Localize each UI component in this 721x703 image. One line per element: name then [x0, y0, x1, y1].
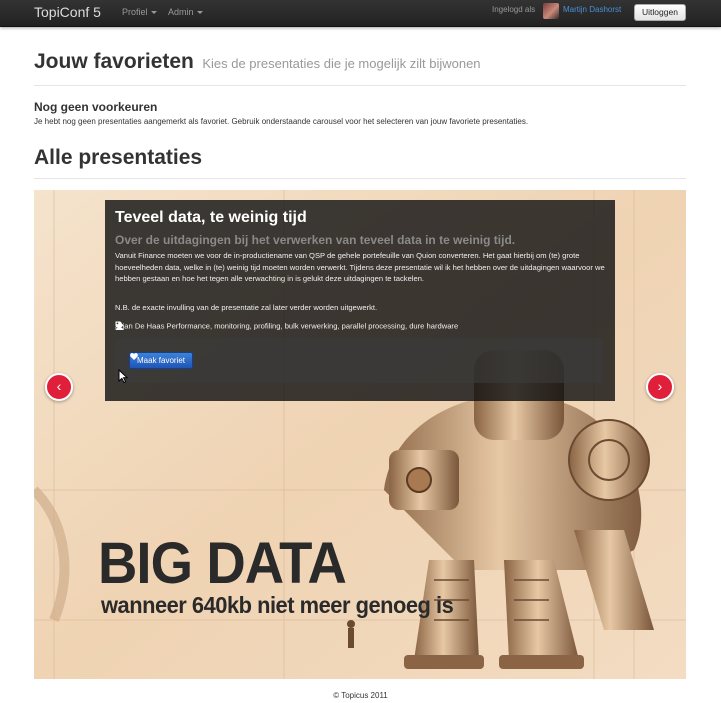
logout-button[interactable]: Uitloggen [634, 4, 686, 21]
footer-text: © Topicus 2011 [333, 691, 388, 700]
empty-favorites-text: Je hebt nog geen presentaties aangemerkt… [34, 117, 529, 126]
presentation-description: Vanuit Finance moeten we voor de in-prod… [115, 251, 605, 283]
avatar [543, 3, 559, 19]
presentation-title: Teveel data, te weinig tijd [115, 209, 307, 226]
section-title: Alle presentaties [34, 146, 203, 169]
menu-profiel[interactable]: Profiel [122, 7, 157, 17]
top-navbar: TopiConf 5 Profiel Admin Ingelogd als Ma… [0, 0, 721, 27]
image-subtitle-text: wanneer 640kb niet meer genoeg is [101, 592, 454, 618]
make-favorite-label: Maak favoriet [137, 356, 186, 365]
presentation-subtitle: Over de uitdagingen bij het verwerken va… [115, 233, 516, 247]
presentation-tags: Performance, monitoring, profiling, bulk… [166, 321, 459, 331]
empty-favorites-heading: Nog geen voorkeuren [34, 100, 158, 114]
caret-down-icon [150, 11, 157, 15]
carousel-caption: Teveel data, te weinig tijd Over de uitd… [105, 200, 615, 401]
caret-down-icon [196, 11, 203, 15]
brand-link[interactable]: TopiConf 5 [34, 4, 101, 20]
user-profile-link[interactable]: Martijn Dashorst [563, 5, 621, 14]
heart-icon [130, 353, 138, 360]
page-title: Jouw favorieten [34, 50, 194, 73]
favorite-action-well: Maak favoriet [115, 338, 603, 383]
all-presentations-header: Alle presentaties [34, 146, 686, 179]
presentation-note: N.B. de exacte invulling van de presenta… [115, 303, 378, 312]
presentation-carousel: BIG DATA wanneer 640kb niet meer genoeg … [34, 190, 686, 679]
carousel-next-button[interactable]: › [646, 373, 674, 401]
presentation-meta: Arjan De Haas Performance, monitoring, p… [115, 321, 458, 331]
login-status-text: Ingelogd als [492, 5, 536, 14]
menu-profiel-label: Profiel [122, 7, 148, 17]
menu-admin[interactable]: Admin [168, 7, 203, 17]
image-title-text: BIG DATA [98, 531, 347, 596]
mouse-pointer-icon [118, 369, 128, 383]
carousel-prev-button[interactable]: ‹ [45, 373, 73, 401]
menu-admin-label: Admin [168, 7, 194, 17]
page-subtitle: Kies de presentaties die je mogelijk zil… [202, 56, 481, 71]
make-favorite-button[interactable]: Maak favoriet [129, 352, 194, 369]
favorites-header: Jouw favorieten Kies de presentaties die… [34, 50, 686, 86]
